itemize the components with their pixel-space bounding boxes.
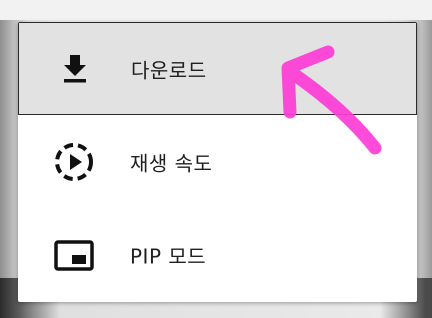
download-icon bbox=[51, 45, 99, 93]
menu-item-download[interactable]: 다운로드 bbox=[18, 22, 417, 115]
menu-item-label: 재생 속도 bbox=[130, 151, 213, 175]
menu-item-pip-mode[interactable]: PIP 모드 bbox=[18, 208, 417, 301]
picture-in-picture-icon bbox=[50, 231, 98, 279]
background-top bbox=[0, 0, 432, 20]
menu-item-playback-speed[interactable]: 재생 속도 bbox=[18, 115, 417, 208]
menu-item-label: PIP 모드 bbox=[130, 244, 207, 268]
playback-speed-icon bbox=[50, 138, 98, 186]
menu-item-label: 다운로드 bbox=[131, 58, 207, 82]
overflow-menu: 다운로드 재생 속도 PIP 모드 bbox=[18, 22, 417, 302]
